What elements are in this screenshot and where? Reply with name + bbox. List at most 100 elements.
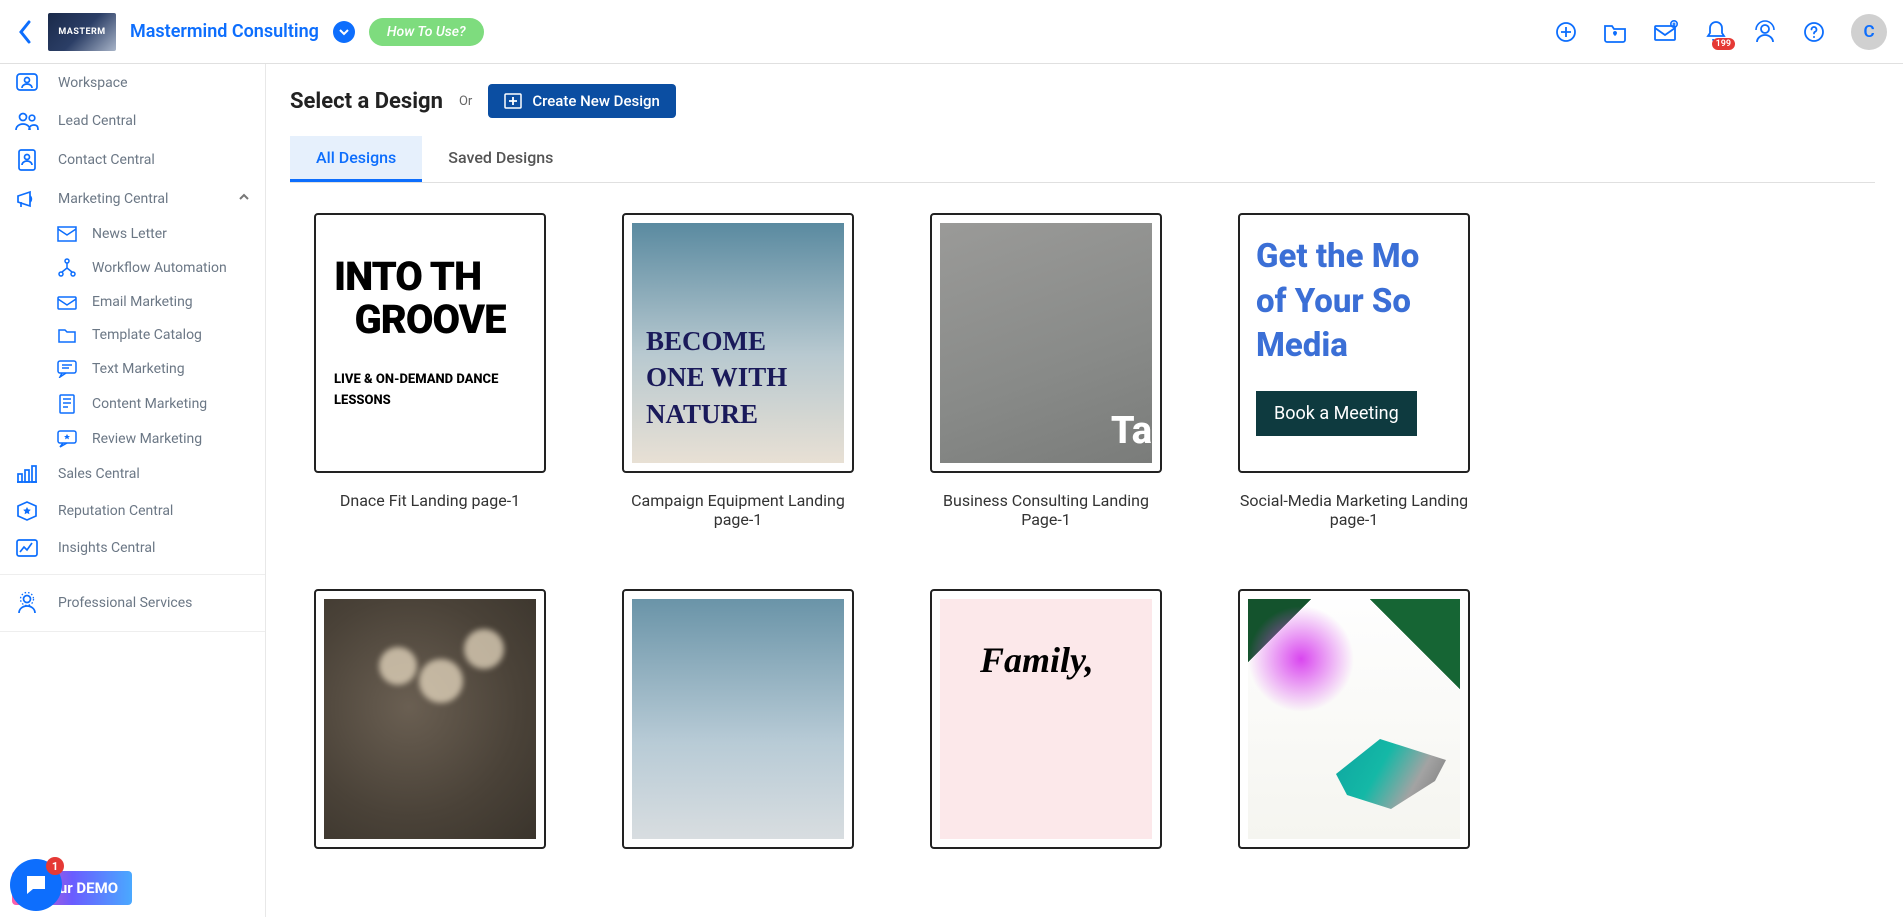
design-card[interactable] [622,589,854,849]
thumb-button: Book a Meeting [1256,391,1417,436]
back-button[interactable] [16,18,34,46]
tab-saved-designs[interactable]: Saved Designs [422,136,579,182]
thumb-text: Family, [980,639,1128,681]
email-icon [56,294,78,310]
bird-illustration [1336,739,1446,809]
sidebar-item-lead-central[interactable]: Lead Central [0,102,265,140]
notifications-button[interactable]: 199 [1705,20,1727,44]
sidebar-item-insights-central[interactable]: Insights Central [0,530,265,566]
megaphone-icon [14,188,40,210]
sidebar: Workspace Lead Central Contact Central M… [0,64,266,917]
sidebar-divider [0,631,265,632]
sidebar-item-reputation-central[interactable]: Reputation Central [0,492,265,530]
sub-item-label: Email Marketing [92,294,193,310]
sidebar-item-contact-central[interactable]: Contact Central [0,140,265,180]
sidebar-item-label: Workspace [58,75,128,91]
create-new-design-button[interactable]: Create New Design [488,84,676,118]
design-label: Business Consulting Landing Page-1 [930,491,1162,529]
sidebar-divider [0,574,265,575]
design-card-social-media-marketing[interactable]: Get the Mo of Your So Media Book a Meeti… [1238,213,1470,529]
sidebar-item-label: Lead Central [58,113,136,129]
help-button[interactable] [1803,21,1825,43]
how-to-use-button[interactable]: How To Use? [369,18,484,46]
thumb-text: INTO TH [334,255,526,298]
design-thumbnail: BECOME ONE WITH NATURE [622,213,854,473]
design-thumbnail [314,589,546,849]
folder-heart-icon [1603,21,1627,43]
sub-item-label: Review Marketing [92,431,202,447]
message-icon [56,360,78,378]
sub-item-content-marketing[interactable]: Content Marketing [0,386,265,422]
demo-section: et your DEMO 1 [0,859,265,917]
create-btn-label: Create New Design [532,92,660,110]
sidebar-item-label: Insights Central [58,540,155,556]
support-button[interactable] [1753,20,1777,44]
chat-badge: 1 [46,857,64,875]
thumb-text: LESSONS [334,392,526,410]
design-card[interactable] [314,589,546,849]
services-icon [14,591,40,615]
design-label: Campaign Equipment Landing page-1 [622,491,854,529]
or-text: Or [459,94,472,109]
page-header: Select a Design Or Create New Design [290,84,1875,118]
sub-item-label: News Letter [92,226,167,242]
sub-item-label: Workflow Automation [92,260,227,276]
sub-item-label: Text Marketing [92,361,185,377]
chat-widget[interactable]: 1 [10,859,62,911]
sidebar-item-label: Reputation Central [58,503,173,519]
user-avatar[interactable]: C [1851,14,1887,50]
main-content: Select a Design Or Create New Design All… [266,64,1903,917]
workflow-icon [56,258,78,278]
review-icon [56,430,78,448]
chevron-up-icon [237,190,251,208]
mail-icon [1653,20,1679,44]
content-icon [56,394,78,414]
plus-circle-icon [1555,21,1577,43]
thumb-text: LIVE & ON-DEMAND DANCE [334,371,526,389]
brand-dropdown[interactable] [333,21,355,43]
sidebar-item-sales-central[interactable]: Sales Central [0,456,265,492]
thumb-text: Ta [1111,409,1152,453]
brand-logo: MASTERM [48,13,116,51]
sub-item-template-catalog[interactable]: Template Catalog [0,318,265,352]
tab-all-designs[interactable]: All Designs [290,136,422,182]
chevron-down-icon [339,27,349,37]
brand-name[interactable]: Mastermind Consulting [130,21,319,42]
leads-icon [14,110,40,132]
sidebar-item-workspace[interactable]: Workspace [0,64,265,102]
design-grid: INTO TH GROOVE LIVE & ON-DEMAND DANCE LE… [290,213,1875,849]
design-thumbnail [622,589,854,849]
sub-item-workflow[interactable]: Workflow Automation [0,250,265,286]
design-card[interactable]: Family, [930,589,1162,849]
sidebar-item-label: Sales Central [58,466,140,482]
app-header: MASTERM Mastermind Consulting How To Use… [0,0,1903,64]
sidebar-item-label: Contact Central [58,152,155,168]
inbox-button[interactable] [1653,20,1679,44]
sub-item-email-marketing[interactable]: Email Marketing [0,286,265,318]
support-agent-icon [1753,20,1777,44]
page-title: Select a Design [290,89,443,114]
sidebar-item-marketing-central[interactable]: Marketing Central [0,180,265,218]
workspace-icon [14,72,40,94]
header-right: 199 C [1555,14,1887,50]
notification-badge: 199 [1712,38,1735,50]
design-card-campaign-equipment[interactable]: BECOME ONE WITH NATURE Campaign Equipmen… [622,213,854,529]
thumb-text: Media [1256,324,1452,369]
sub-item-text-marketing[interactable]: Text Marketing [0,352,265,386]
sidebar-item-label: Marketing Central [58,191,168,207]
help-circle-icon [1803,21,1825,43]
sidebar-item-professional-services[interactable]: Professional Services [0,583,265,623]
design-card-business-consulting[interactable]: Ta Business Consulting Landing Page-1 [930,213,1162,529]
sub-item-newsletter[interactable]: News Letter [0,218,265,250]
thumb-text: BECOME ONE WITH NATURE [646,323,830,432]
contact-icon [14,148,40,172]
design-thumbnail: Ta [930,213,1162,473]
sub-item-review-marketing[interactable]: Review Marketing [0,422,265,456]
header-left: MASTERM Mastermind Consulting How To Use… [16,13,484,51]
thumb-text: of Your So [1256,280,1452,325]
design-card-dance-fit[interactable]: INTO TH GROOVE LIVE & ON-DEMAND DANCE LE… [314,213,546,529]
design-thumbnail: INTO TH GROOVE LIVE & ON-DEMAND DANCE LE… [314,213,546,473]
design-card[interactable] [1238,589,1470,849]
favorites-button[interactable] [1603,21,1627,43]
add-button[interactable] [1555,21,1577,43]
